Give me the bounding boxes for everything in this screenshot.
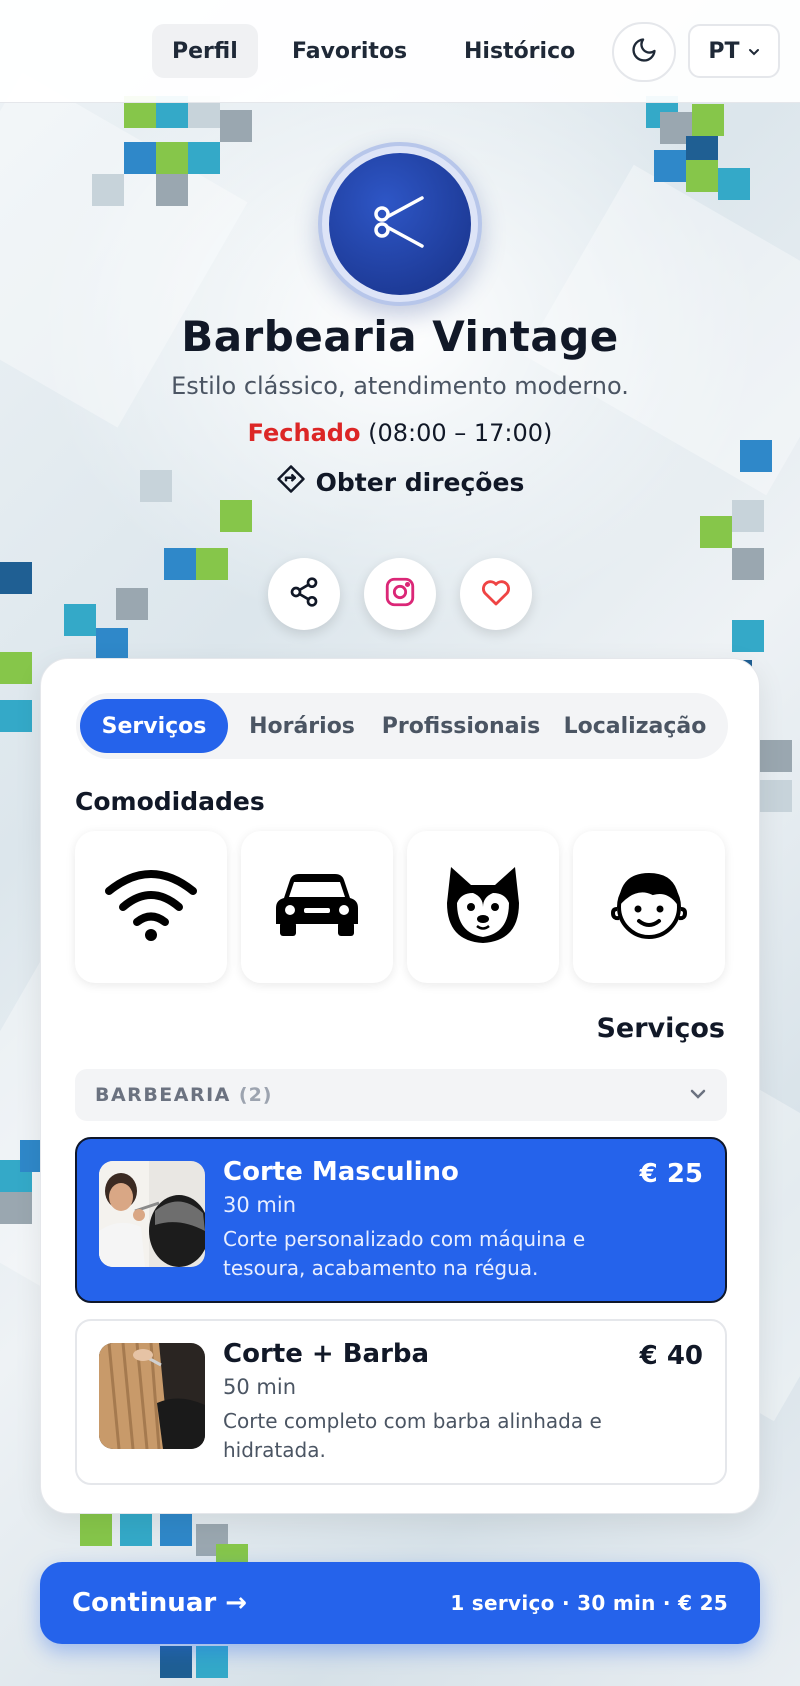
language-label: PT <box>708 38 740 64</box>
business-name: Barbearia Vintage <box>181 312 619 361</box>
directions-link[interactable]: Obter direções <box>0 464 800 500</box>
nav-historico[interactable]: Histórico <box>444 24 595 78</box>
category-header[interactable]: BARBEARIA (2) <box>75 1069 727 1121</box>
heart-icon <box>479 575 513 613</box>
category-name: BARBEARIA <box>95 1084 231 1106</box>
directions-icon <box>276 464 306 500</box>
tab-servicos[interactable]: Serviços <box>80 699 228 753</box>
business-logo <box>318 142 482 306</box>
amenity-kids <box>573 831 725 983</box>
service-name: Corte Masculino <box>223 1157 459 1187</box>
instagram-icon <box>383 575 417 613</box>
service-photo <box>99 1161 205 1267</box>
services-heading: Serviços <box>596 1013 725 1044</box>
dog-icon <box>441 863 525 951</box>
business-hours: Fechado (08:00 – 17:00) <box>0 419 800 447</box>
service-duration: 50 min <box>223 1375 296 1399</box>
theme-toggle-button[interactable] <box>612 22 676 82</box>
amenity-wifi <box>75 831 227 983</box>
favorite-button[interactable] <box>460 558 532 630</box>
hours-range: (08:00 – 17:00) <box>368 419 553 447</box>
service-card-corte-masculino[interactable]: Corte Masculino 30 min Corte personaliza… <box>75 1137 727 1303</box>
tab-profissionais[interactable]: Profissionais <box>376 699 546 753</box>
business-tagline: Estilo clássico, atendimento moderno. <box>171 372 629 400</box>
moon-icon <box>630 36 658 68</box>
share-button[interactable] <box>268 558 340 630</box>
tab-horarios[interactable]: Horários <box>228 699 376 753</box>
amenity-pets <box>407 831 559 983</box>
child-icon <box>607 863 691 951</box>
nav-favoritos[interactable]: Favoritos <box>272 24 427 78</box>
chevron-down-icon <box>748 39 760 64</box>
continue-label: Continuar → <box>72 1588 248 1618</box>
tab-localizacao[interactable]: Localização <box>546 699 724 753</box>
continue-button[interactable]: Continuar → 1 serviço · 30 min · € 25 <box>40 1562 760 1644</box>
car-icon <box>272 870 362 944</box>
language-selector[interactable]: PT <box>688 24 780 78</box>
category-count: (2) <box>238 1084 273 1106</box>
wifi-icon <box>103 865 199 949</box>
service-price: € 25 <box>639 1159 703 1189</box>
share-icon <box>288 576 320 612</box>
top-nav: Perfil Favoritos Histórico PT <box>0 0 800 103</box>
tab-bar: Serviços Horários Profissionais Localiza… <box>76 693 728 759</box>
scissors-icon <box>368 190 432 258</box>
service-name: Corte + Barba <box>223 1339 430 1369</box>
service-photo <box>99 1343 205 1449</box>
amenity-parking <box>241 831 393 983</box>
status-badge: Fechado <box>247 419 361 447</box>
service-card-corte-barba[interactable]: Corte + Barba 50 min Corte completo com … <box>75 1319 727 1485</box>
amenities-heading: Comodidades <box>75 787 265 816</box>
service-description: Corte completo com barba alinhada e hidr… <box>223 1409 602 1462</box>
chevron-down-icon <box>687 1083 709 1110</box>
main-card: Serviços Horários Profissionais Localiza… <box>40 658 760 1514</box>
directions-label: Obter direções <box>315 467 525 497</box>
service-duration: 30 min <box>223 1193 296 1217</box>
service-description: Corte personalizado com máquina e tesour… <box>223 1227 586 1280</box>
booking-summary: 1 serviço · 30 min · € 25 <box>450 1591 728 1615</box>
nav-perfil[interactable]: Perfil <box>152 24 258 78</box>
instagram-button[interactable] <box>364 558 436 630</box>
service-price: € 40 <box>639 1341 703 1371</box>
